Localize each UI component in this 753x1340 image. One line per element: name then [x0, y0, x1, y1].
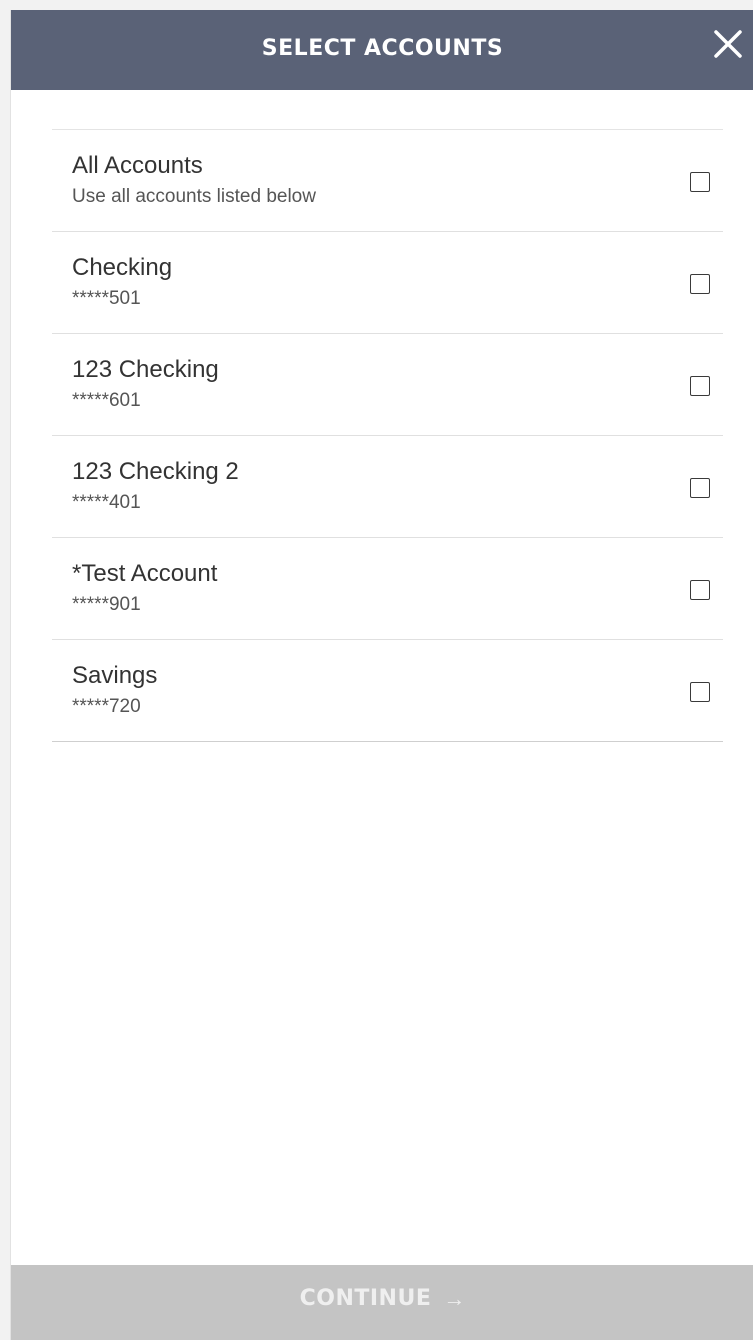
- arrow-right-icon: →: [443, 1286, 466, 1311]
- account-row[interactable]: *Test Account *****901: [52, 538, 723, 640]
- account-checkbox[interactable]: [690, 274, 710, 294]
- close-icon: [714, 30, 742, 58]
- account-checkbox[interactable]: [690, 172, 710, 192]
- account-name: Savings: [72, 662, 158, 689]
- account-name: *Test Account: [72, 560, 218, 587]
- accounts-list: All Accounts Use all accounts listed bel…: [52, 129, 723, 742]
- select-accounts-modal: SELECT ACCOUNTS All Accounts Use all acc…: [10, 10, 753, 1340]
- continue-button[interactable]: CONTINUE →: [11, 1265, 753, 1340]
- account-row[interactable]: 123 Checking 2 *****401: [52, 436, 723, 538]
- account-number: *****401: [72, 492, 141, 513]
- account-checkbox[interactable]: [690, 682, 710, 702]
- account-checkbox[interactable]: [690, 376, 710, 396]
- account-name: 123 Checking 2: [72, 458, 239, 485]
- account-number: *****501: [72, 288, 141, 309]
- account-checkbox[interactable]: [690, 580, 710, 600]
- account-row[interactable]: Checking *****501: [52, 232, 723, 334]
- modal-title: SELECT ACCOUNTS: [261, 36, 504, 61]
- close-button[interactable]: [706, 22, 750, 66]
- account-row[interactable]: 123 Checking *****601: [52, 334, 723, 436]
- account-row[interactable]: Savings *****720: [52, 640, 723, 742]
- account-detail: Use all accounts listed below: [72, 186, 316, 207]
- account-name: Checking: [72, 254, 173, 281]
- account-row-all[interactable]: All Accounts Use all accounts listed bel…: [52, 130, 723, 232]
- account-number: *****720: [72, 696, 141, 717]
- account-number: *****901: [72, 594, 141, 615]
- account-name: All Accounts: [72, 152, 203, 179]
- account-number: *****601: [72, 390, 141, 411]
- account-checkbox[interactable]: [690, 478, 710, 498]
- account-name: 123 Checking: [72, 356, 219, 383]
- modal-header: SELECT ACCOUNTS: [11, 10, 753, 90]
- continue-label: CONTINUE: [299, 1286, 432, 1311]
